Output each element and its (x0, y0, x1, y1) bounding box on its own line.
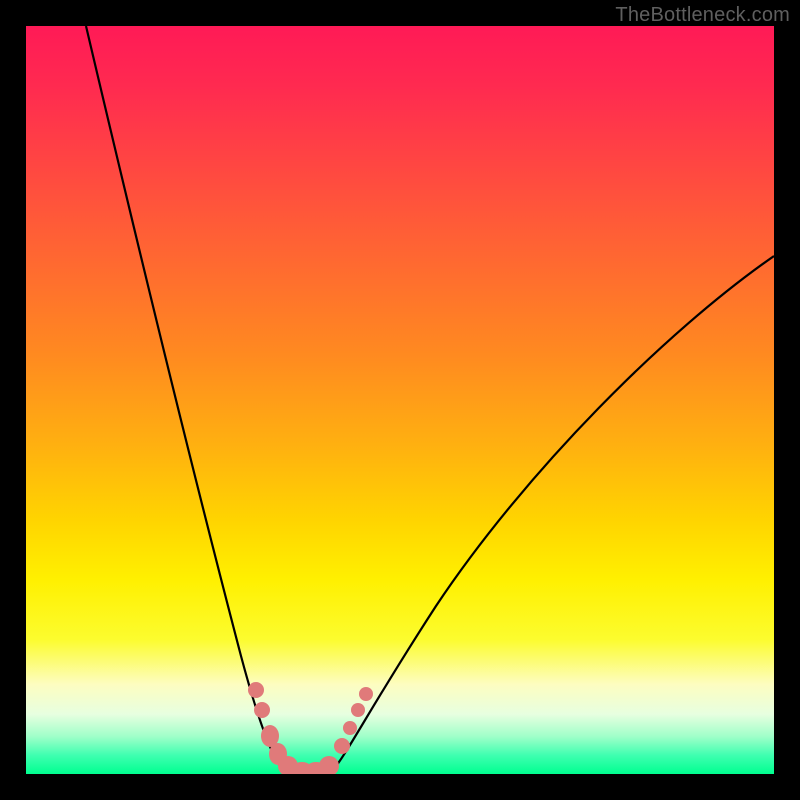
curve-path (86, 26, 774, 774)
marker-group (248, 682, 373, 774)
watermark-text: TheBottleneck.com (615, 4, 790, 27)
marker (343, 721, 357, 735)
bottleneck-curve (26, 26, 774, 774)
marker (254, 702, 270, 718)
marker (334, 738, 350, 754)
marker (351, 703, 365, 717)
marker (359, 687, 373, 701)
marker (319, 756, 339, 774)
plot-area (26, 26, 774, 774)
frame: TheBottleneck.com (0, 0, 800, 800)
marker (248, 682, 264, 698)
